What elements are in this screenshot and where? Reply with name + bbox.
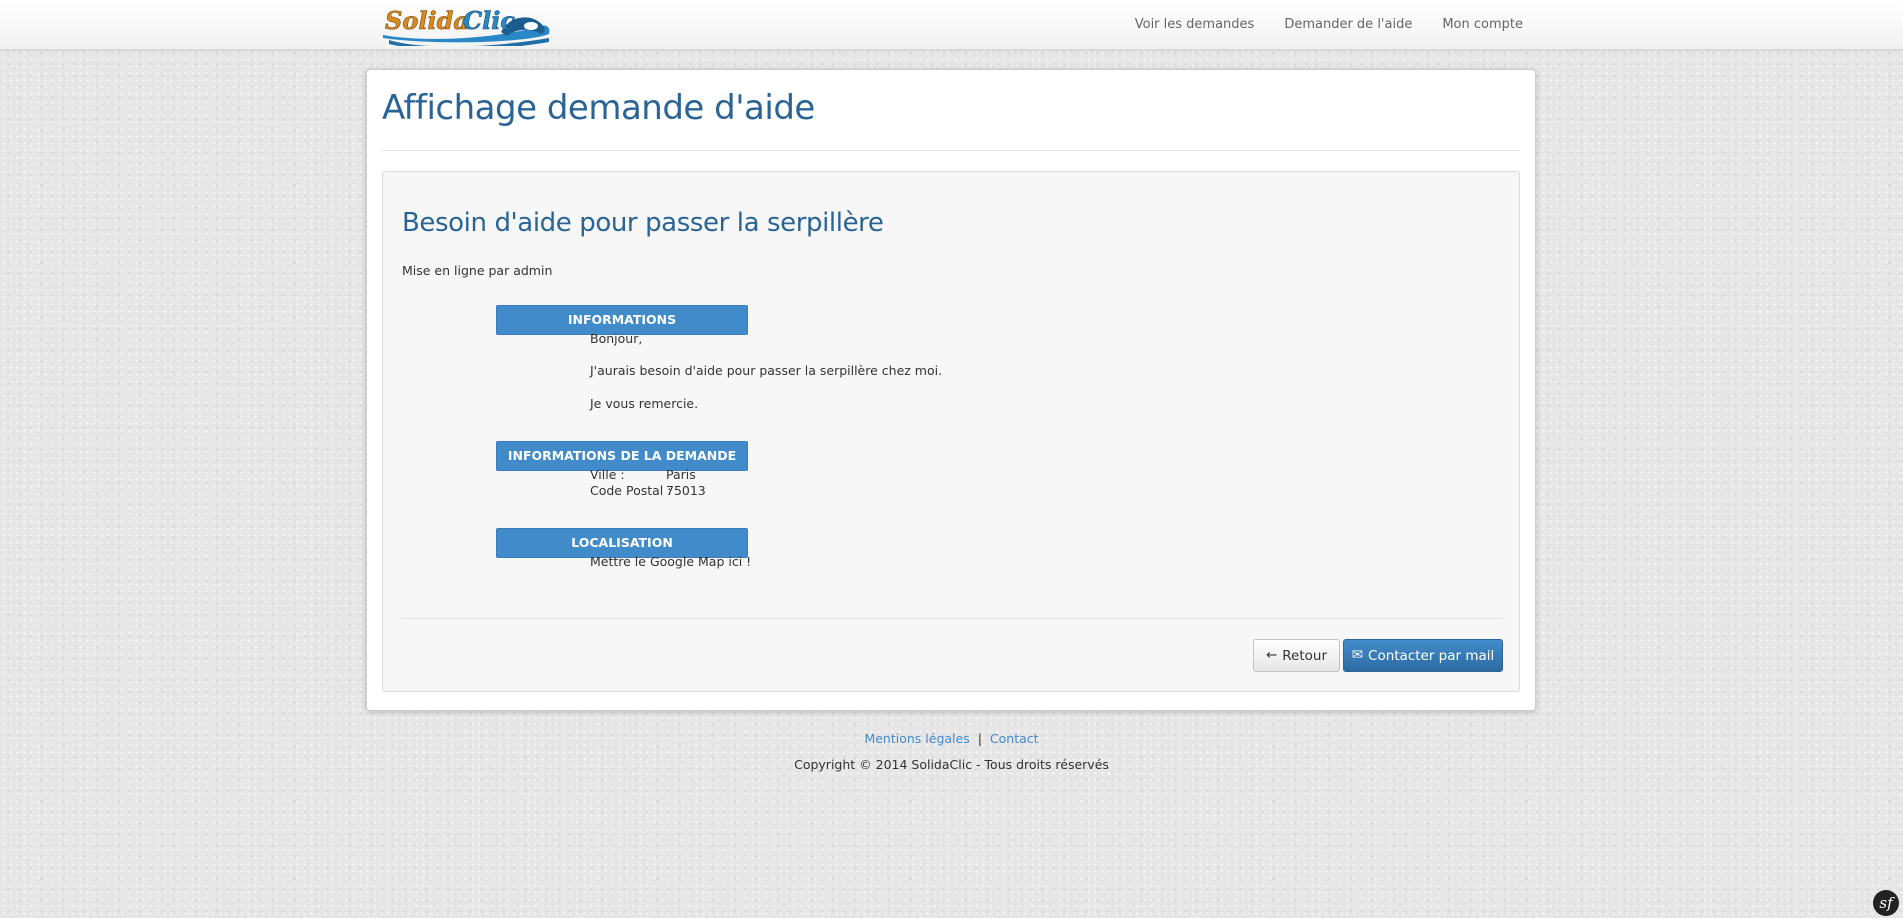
main-nav: Voir les demandes Demander de l'aide Mon… — [1105, 0, 1523, 49]
title-divider — [382, 150, 1520, 151]
main-container: Affichage demande d'aide Besoin d'aide p… — [366, 69, 1536, 711]
svg-text:Solida: Solida — [385, 6, 469, 35]
city-label: Ville : — [590, 467, 625, 482]
footer-separator: | — [977, 731, 982, 746]
info-line-message: J'aurais besoin d'aide pour passer la se… — [590, 363, 943, 378]
footer-link-contact[interactable]: Contact — [990, 731, 1039, 746]
nav-demander-de-l-aide[interactable]: Demander de l'aide — [1284, 17, 1412, 32]
posted-by: Mise en ligne par admin — [402, 263, 553, 278]
svg-text:Clic: Clic — [463, 6, 515, 35]
contact-button-label: Contacter par mail — [1368, 647, 1495, 664]
actions-divider — [402, 618, 1502, 619]
request-title: Besoin d'aide pour passer la serpillère — [402, 208, 884, 238]
symfony-icon[interactable]: sf — [1873, 890, 1899, 916]
back-button-label: Retour — [1282, 647, 1328, 664]
map-placeholder: Mettre le Google Map ici ! — [590, 554, 752, 569]
arrow-left-icon: ← — [1265, 646, 1278, 663]
solidaclic-logo[interactable]: Solida Clic — [381, 2, 553, 46]
postal-code-value: 75013 — [666, 483, 706, 498]
info-line-thanks: Je vous remercie. — [590, 396, 699, 411]
city-value: Paris — [666, 467, 696, 482]
nav-voir-les-demandes[interactable]: Voir les demandes — [1135, 17, 1255, 32]
footer-link-mentions-legales[interactable]: Mentions légales — [864, 731, 969, 746]
top-navbar: Solida Clic Voir les demandes Demander d… — [0, 0, 1903, 50]
symfony-glyph: sf — [1879, 894, 1893, 912]
postal-code-label: Code Postal : — [590, 483, 672, 498]
page-title: Affichage demande d'aide — [382, 88, 815, 128]
logo-graphic: Solida Clic — [383, 6, 550, 46]
back-button[interactable]: ← Retour — [1253, 639, 1340, 672]
nav-mon-compte[interactable]: Mon compte — [1442, 17, 1523, 32]
info-line-greeting: Bonjour, — [590, 331, 643, 346]
request-panel: Besoin d'aide pour passer la serpillère … — [382, 171, 1520, 692]
footer-links: Mentions légales | Contact — [0, 731, 1903, 746]
contact-by-mail-button[interactable]: ✉ Contacter par mail — [1343, 639, 1503, 672]
envelope-icon: ✉ — [1351, 646, 1364, 663]
copyright: Copyright © 2014 SolidaClic - Tous droit… — [794, 757, 1109, 772]
